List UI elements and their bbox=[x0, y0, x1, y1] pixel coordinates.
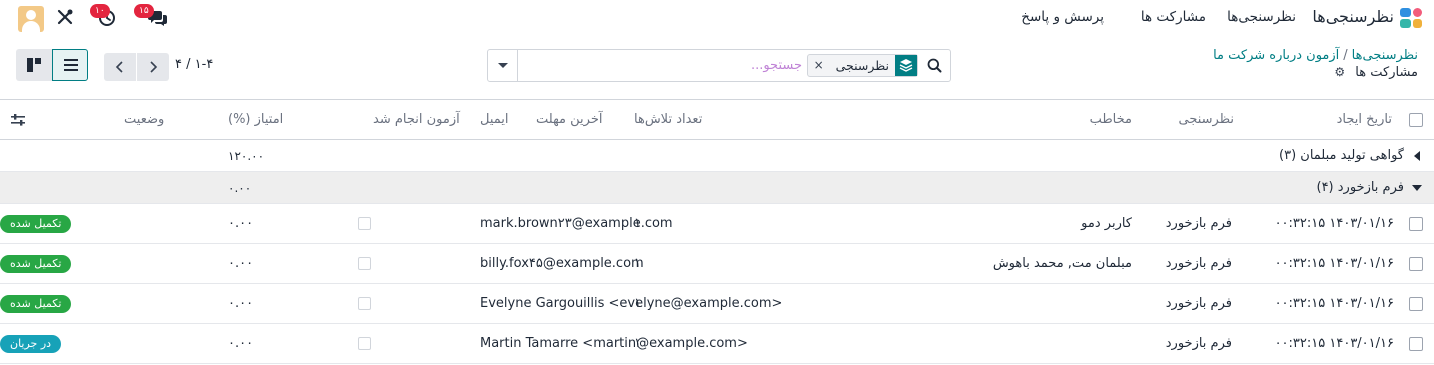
user-avatar-icon[interactable] bbox=[18, 6, 44, 32]
cell-created: ۱۴۰۳/۰۱/۱۶ ۰۰:۳۲:۱۵ bbox=[1274, 336, 1394, 351]
table-row[interactable]: ۱۴۰۳/۰۱/۱۶ ۰۰:۳۲:۱۵ فرم بازخورد کاربر دم… bbox=[0, 204, 1434, 244]
cell-score: ۰.۰۰ bbox=[228, 216, 254, 231]
messages-count-badge: ۱۵ bbox=[134, 4, 154, 18]
kanban-icon bbox=[27, 58, 41, 72]
kanban-view-button[interactable] bbox=[16, 49, 52, 81]
header-score[interactable]: امتیاز (%) bbox=[228, 100, 283, 139]
breadcrumb: نظرسنجی‌ها / آزمون درباره شرکت ما bbox=[1213, 48, 1418, 63]
cell-score: ۰.۰۰ bbox=[228, 256, 254, 271]
cell-survey: فرم بازخورد bbox=[1165, 256, 1232, 271]
menu-participations[interactable]: مشارکت ها bbox=[1141, 9, 1206, 25]
layers-icon bbox=[895, 55, 917, 76]
group-header[interactable]: فرم بازخورد (۴) bbox=[1316, 172, 1422, 203]
cell-state: تکمیل شده bbox=[0, 244, 124, 283]
surveys-participations-page: نظرسنجی‌ها نظرسنجی‌ها مشارکت ها پرسش و پ… bbox=[0, 0, 1434, 365]
cell-score: ۰.۰۰ bbox=[228, 296, 254, 311]
header-state[interactable]: وضعیت bbox=[124, 100, 164, 139]
cell-quiz-done-checkbox bbox=[358, 324, 371, 363]
group-score-sum: ۱۲۰.۰۰ bbox=[228, 148, 265, 163]
pager-previous-button[interactable] bbox=[104, 53, 136, 81]
optional-columns-sliders-icon[interactable] bbox=[10, 100, 26, 139]
table-row[interactable]: ۱۴۰۳/۰۱/۱۶ ۰۰:۳۲:۱۵ فرم بازخورد Martin T… bbox=[0, 324, 1434, 364]
select-all-checkbox[interactable] bbox=[1408, 100, 1424, 139]
cell-quiz-done-checkbox bbox=[358, 284, 371, 323]
cell-survey: فرم بازخورد bbox=[1165, 216, 1232, 231]
menu-surveys[interactable]: نظرسنجی‌ها bbox=[1227, 9, 1296, 25]
search-options-toggle[interactable] bbox=[488, 50, 518, 81]
search-input[interactable] bbox=[524, 54, 804, 77]
group-score-sum: ۰.۰۰ bbox=[228, 180, 252, 195]
cell-survey: فرم بازخورد bbox=[1165, 336, 1232, 351]
header-created[interactable]: تاریخ ایجاد bbox=[1337, 100, 1392, 139]
apps-logo-icon[interactable] bbox=[1400, 8, 1422, 28]
state-badge: در جریان bbox=[0, 334, 62, 353]
list-icon bbox=[64, 59, 78, 71]
table-row[interactable]: ۱۴۰۳/۰۱/۱۶ ۰۰:۳۲:۱۵ فرم بازخورد Evelyne … bbox=[0, 284, 1434, 324]
search-bar: نظرسنجی × bbox=[487, 49, 951, 82]
wrench-screwdriver-icon[interactable] bbox=[56, 8, 74, 26]
cell-created: ۱۴۰۳/۰۱/۱۶ ۰۰:۳۲:۱۵ bbox=[1274, 216, 1394, 231]
header-quiz-done[interactable]: آزمون انجام شد bbox=[373, 100, 460, 139]
group-label: فرم بازخورد (۴) bbox=[1316, 180, 1404, 195]
facet-remove-button[interactable]: × bbox=[808, 55, 830, 76]
cell-partner: کاربر دمو bbox=[1081, 216, 1132, 231]
cell-created: ۱۴۰۳/۰۱/۱۶ ۰۰:۳۲:۱۵ bbox=[1274, 256, 1394, 271]
state-badge: تکمیل شده bbox=[0, 214, 72, 233]
pager-next-button[interactable] bbox=[137, 53, 169, 81]
caret-down-icon bbox=[498, 63, 508, 68]
search-icon[interactable] bbox=[920, 50, 950, 81]
cell-quiz-done-checkbox bbox=[358, 204, 371, 243]
cell-email: Evelyne Gargouillis <evelyne@example.com… bbox=[480, 296, 783, 311]
cell-state: تکمیل شده bbox=[0, 204, 124, 243]
cell-state: تکمیل شده bbox=[0, 284, 124, 323]
cell-attempts: ۱ bbox=[634, 336, 641, 351]
group-row[interactable]: گواهی تولید مبلمان (۳) ۱۲۰.۰۰ bbox=[0, 140, 1434, 172]
cell-survey: فرم بازخورد bbox=[1165, 296, 1232, 311]
list-view-button[interactable] bbox=[52, 49, 88, 81]
cell-email: billy.fox۴۵@example.com bbox=[480, 256, 644, 271]
group-header[interactable]: گواهی تولید مبلمان (۳) bbox=[1279, 140, 1422, 171]
table-header: تاریخ ایجاد نظرسنجی مخاطب ایمیل تعداد تل… bbox=[0, 99, 1434, 140]
cell-quiz-done-checkbox bbox=[358, 244, 371, 283]
breadcrumb-parent[interactable]: نظرسنجی‌ها bbox=[1352, 48, 1418, 63]
pager-value[interactable]: ۱-۴ / ۴ bbox=[175, 57, 213, 72]
row-checkbox[interactable] bbox=[1408, 204, 1424, 243]
caret-down-icon bbox=[1412, 183, 1422, 193]
state-badge: تکمیل شده bbox=[0, 254, 72, 273]
page-title-text: مشارکت ها bbox=[1355, 65, 1418, 80]
cell-partner: مبلمان مت, محمد باهوش bbox=[992, 256, 1132, 271]
header-email[interactable]: ایمیل bbox=[480, 100, 509, 139]
cell-email: mark.brown۲۳@example.com bbox=[480, 216, 673, 231]
cell-attempts: ۱ bbox=[634, 216, 641, 231]
group-row[interactable]: فرم بازخورد (۴) ۰.۰۰ bbox=[0, 172, 1434, 204]
cell-attempts: ۱ bbox=[634, 296, 641, 311]
header-deadline[interactable]: آخرین مهلت bbox=[536, 100, 603, 139]
cell-attempts: ۱ bbox=[634, 256, 641, 271]
search-facet: نظرسنجی × bbox=[806, 54, 918, 77]
activities-count-badge: ۱۰ bbox=[90, 4, 110, 18]
app-name[interactable]: نظرسنجی‌ها bbox=[1312, 7, 1394, 26]
cell-email: Martin Tamarre <martin@example.com> bbox=[480, 336, 748, 351]
group-label: گواهی تولید مبلمان (۳) bbox=[1279, 148, 1404, 163]
row-checkbox[interactable] bbox=[1408, 244, 1424, 283]
facet-label: نظرسنجی bbox=[835, 58, 889, 73]
table-row[interactable]: ۱۴۰۳/۰۱/۱۶ ۰۰:۳۲:۱۵ فرم بازخورد مبلمان م… bbox=[0, 244, 1434, 284]
state-badge: تکمیل شده bbox=[0, 294, 72, 313]
row-checkbox[interactable] bbox=[1408, 324, 1424, 363]
cell-score: ۰.۰۰ bbox=[228, 336, 254, 351]
page-title: مشارکت ها ⚙ bbox=[1334, 65, 1418, 80]
header-survey[interactable]: نظرسنجی bbox=[1179, 100, 1235, 139]
breadcrumb-current[interactable]: آزمون درباره شرکت ما bbox=[1213, 48, 1339, 63]
caret-left-icon bbox=[1412, 150, 1422, 161]
header-attempts[interactable]: تعداد تلاش‌ها bbox=[634, 100, 702, 139]
cell-state: در جریان bbox=[0, 324, 124, 363]
breadcrumb-separator: / bbox=[1343, 48, 1348, 63]
row-checkbox[interactable] bbox=[1408, 284, 1424, 323]
menu-questions-answers[interactable]: پرسش و پاسخ bbox=[1021, 9, 1104, 25]
gear-icon[interactable]: ⚙ bbox=[1334, 65, 1345, 79]
cell-created: ۱۴۰۳/۰۱/۱۶ ۰۰:۳۲:۱۵ bbox=[1274, 296, 1394, 311]
top-navbar: نظرسنجی‌ها نظرسنجی‌ها مشارکت ها پرسش و پ… bbox=[0, 0, 1434, 36]
header-partner[interactable]: مخاطب bbox=[1090, 100, 1132, 139]
participations-table: تاریخ ایجاد نظرسنجی مخاطب ایمیل تعداد تل… bbox=[0, 99, 1434, 364]
